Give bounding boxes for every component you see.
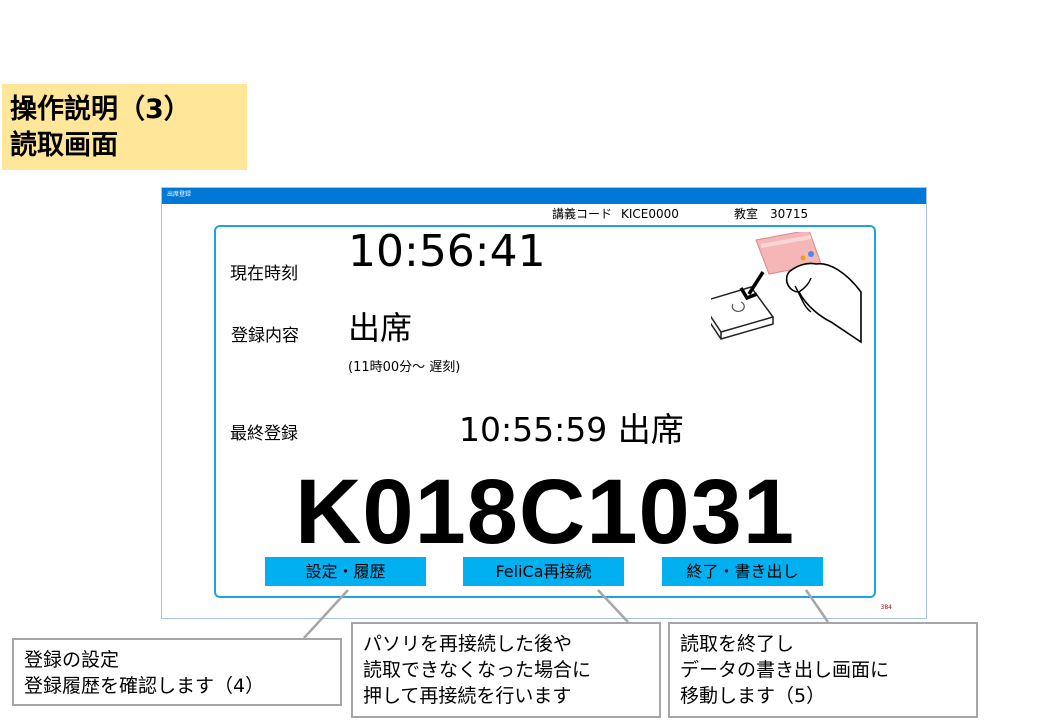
- room-number: 30715: [770, 207, 809, 221]
- last-registration-label: 最終登録: [230, 424, 298, 444]
- callout-settings-line1: 登録の設定: [24, 649, 120, 671]
- slide-title-line2: 読取画面: [10, 130, 118, 161]
- window-title: 出席登録: [167, 191, 192, 198]
- current-time-label: 現在時刻: [230, 264, 298, 284]
- callout-settings-line2: 登録履歴を確認します（4）: [24, 675, 265, 697]
- card-reader-icon: [711, 286, 775, 340]
- callout-finish-line1: 読取を終了し: [680, 633, 795, 655]
- room-label: 教室: [734, 207, 759, 221]
- registration-label: 登録内容: [231, 326, 299, 346]
- finish-export-button[interactable]: 終了・書き出し: [662, 557, 823, 586]
- current-time: 10:56:41: [348, 226, 546, 277]
- felica-reconnect-button[interactable]: FeliCa再接続: [463, 557, 624, 586]
- slide-title-line1: 操作説明（3）: [10, 94, 191, 125]
- hand-holding-card-icon: [755, 232, 862, 344]
- callout-finish-line3: 移動します（5）: [680, 685, 826, 707]
- callout-reconnect-line3: 押して再接続を行います: [363, 685, 572, 707]
- last-registration-value: 10:55:59 出席: [459, 410, 684, 449]
- callout-finish-line2: データの書き出し画面に: [680, 659, 890, 681]
- settings-history-button[interactable]: 設定・履歴: [265, 557, 426, 586]
- course-code: KICE0000: [621, 207, 679, 221]
- page-number: 384: [880, 604, 892, 611]
- window-titlebar: 出席登録: [162, 188, 926, 204]
- attendance-window: 出席登録 講義コード KICE0000 教室 30715 現在時刻 10:56:…: [161, 187, 927, 619]
- callout-reconnect: パソリを再接続した後や 読取できなくなった場合に 押して再接続を行います: [351, 622, 661, 718]
- callout-reconnect-line2: 読取できなくなった場合に: [363, 659, 592, 681]
- reading-panel: 現在時刻 10:56:41 登録内容 出席 (11時00分～ 遅刻) 最終登録 …: [214, 225, 876, 598]
- callout-finish: 読取を終了し データの書き出し画面に 移動します（5）: [668, 622, 978, 718]
- course-code-label: 講義コード: [552, 207, 613, 221]
- registration-note: (11時00分～ 遅刻): [348, 360, 461, 375]
- student-id: K018C1031: [294, 461, 796, 563]
- registration-status: 出席: [348, 309, 413, 347]
- callout-reconnect-line1: パソリを再接続した後や: [363, 633, 573, 655]
- card-reader-illustration: [711, 232, 862, 344]
- callout-settings: 登録の設定 登録履歴を確認します（4）: [12, 638, 342, 706]
